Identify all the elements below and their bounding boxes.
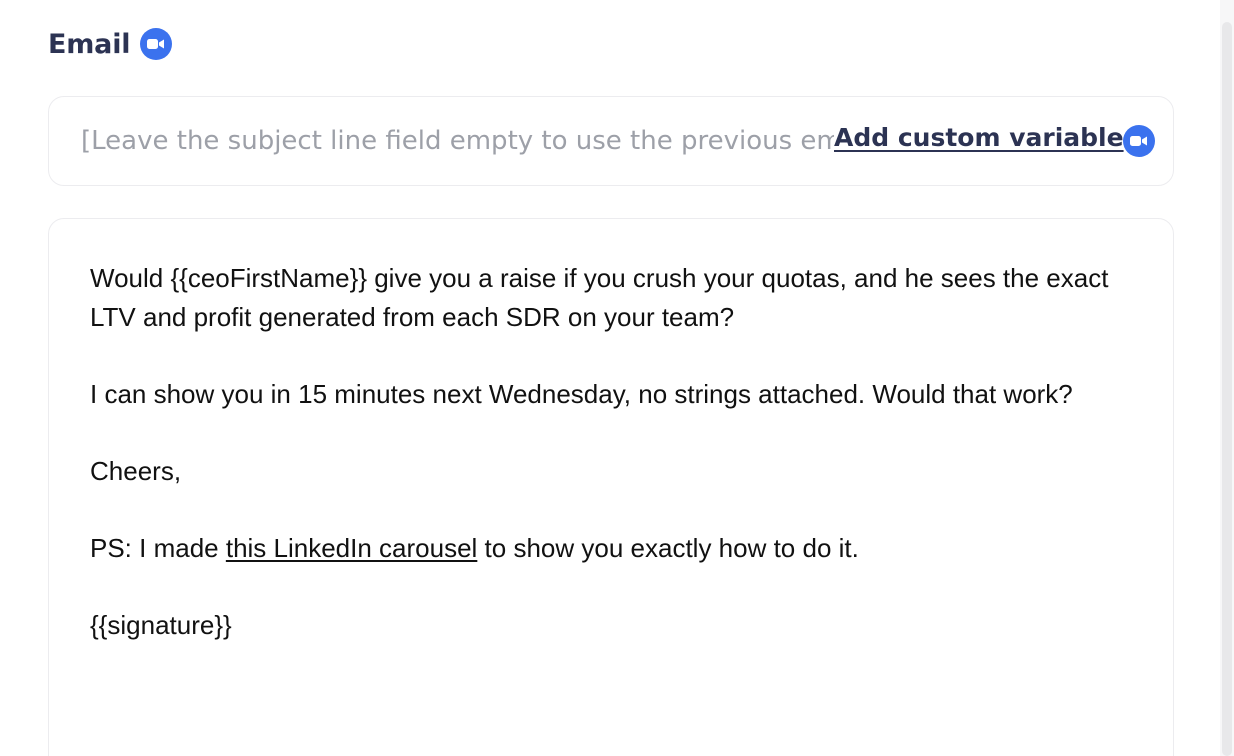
body-paragraph-ps: PS: I made this LinkedIn carousel to sho… [90, 529, 1130, 568]
add-custom-variable-link[interactable]: Add custom variable [834, 123, 1124, 152]
ps-text-after: to show you exactly how to do it. [477, 532, 859, 563]
video-camera-icon[interactable] [140, 28, 173, 60]
scrollbar-track[interactable] [1220, 0, 1234, 756]
signature-variable: {{signature}} [90, 609, 232, 640]
section-title: Email [48, 28, 131, 60]
ps-text-before: PS: I made [90, 532, 226, 563]
body-paragraph: Cheers, [90, 455, 182, 486]
subject-line-field: Add custom variable [48, 96, 1174, 186]
subject-line-input[interactable] [81, 119, 835, 163]
body-paragraph: Would {{ceoFirstName}} give you a raise … [90, 263, 1109, 332]
email-body-content[interactable]: Would {{ceoFirstName}} give you a raise … [90, 259, 1130, 683]
scrollbar-thumb[interactable] [1222, 22, 1232, 756]
video-camera-icon[interactable] [1123, 125, 1155, 157]
linkedin-carousel-link[interactable]: this LinkedIn carousel [226, 533, 477, 563]
email-body-editor[interactable]: Would {{ceoFirstName}} give you a raise … [48, 218, 1174, 756]
body-paragraph: I can show you in 15 minutes next Wednes… [90, 378, 1073, 409]
email-step-editor: Email Add custom variable Would {{ceoFir… [0, 0, 1234, 756]
email-section-header: Email [48, 26, 173, 62]
